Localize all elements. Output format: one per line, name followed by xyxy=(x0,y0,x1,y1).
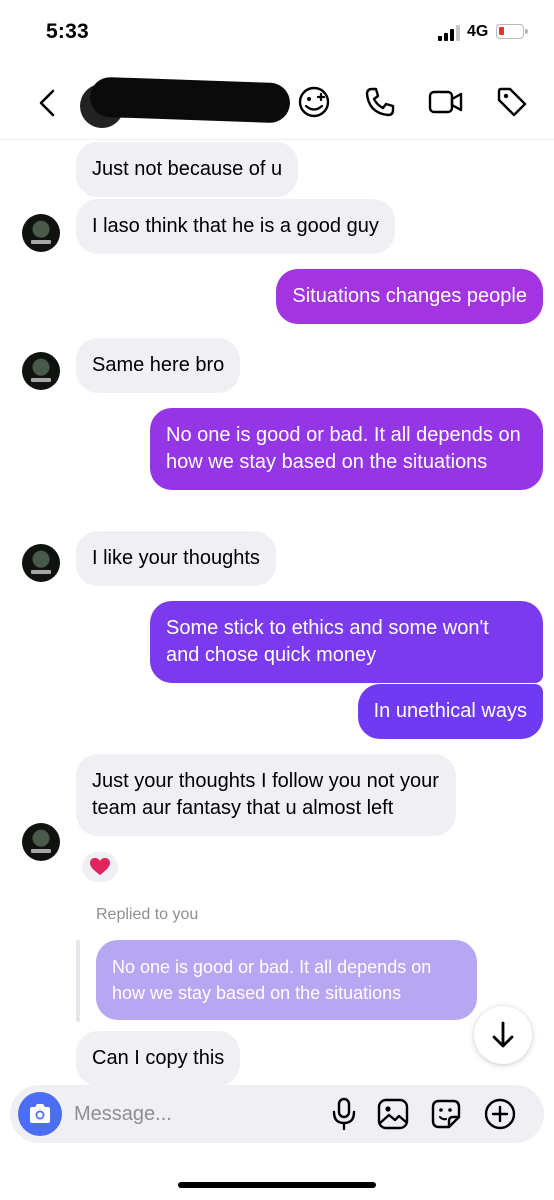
message-outgoing[interactable]: Some stick to ethics and some won't and … xyxy=(150,601,543,683)
message-list[interactable]: Just not because of u I laso think that … xyxy=(0,140,554,1085)
video-call-button[interactable] xyxy=(428,84,464,120)
reply-quote-line xyxy=(76,940,80,1022)
chat-header xyxy=(0,66,554,140)
status-time: 5:33 xyxy=(46,20,89,43)
message-text: Some stick to ethics and some won't and … xyxy=(166,617,489,666)
contact-name-redacted[interactable] xyxy=(89,76,291,124)
games-icon xyxy=(298,86,330,118)
message-outgoing[interactable]: In unethical ways xyxy=(357,684,543,739)
message-text: Situations changes people xyxy=(292,285,527,307)
sticker-icon xyxy=(431,1099,461,1129)
video-camera-icon xyxy=(428,90,463,114)
sender-avatar[interactable] xyxy=(22,352,60,390)
back-button[interactable] xyxy=(30,86,64,120)
quoted-text: No one is good or bad. It all depends on… xyxy=(112,957,432,1003)
sender-avatar[interactable] xyxy=(22,823,60,861)
sender-avatar[interactable] xyxy=(22,544,60,582)
phone-icon xyxy=(365,87,395,117)
scroll-to-bottom-button[interactable] xyxy=(474,1006,532,1064)
message-incoming[interactable]: Same here bro xyxy=(76,338,241,393)
games-button[interactable] xyxy=(296,84,332,120)
message-text: I like your thoughts xyxy=(92,547,260,569)
voice-message-button[interactable] xyxy=(326,1096,362,1132)
more-options-button[interactable] xyxy=(482,1096,518,1132)
status-bar: 5:33 4G xyxy=(0,0,554,66)
message-incoming[interactable]: Just your thoughts I follow you not your… xyxy=(76,754,456,836)
message-reaction[interactable] xyxy=(80,850,120,884)
message-text: No one is good or bad. It all depends on… xyxy=(166,424,521,473)
tag-button[interactable] xyxy=(494,84,530,120)
message-incoming[interactable]: Just not because of u xyxy=(76,142,299,197)
reply-quoted-message[interactable]: No one is good or bad. It all depends on… xyxy=(96,940,477,1020)
message-text: Just not because of u xyxy=(92,158,283,180)
battery-icon xyxy=(496,24,528,39)
message-text: I laso think that he is a good guy xyxy=(92,215,379,237)
heart-icon xyxy=(90,858,110,875)
signal-icon xyxy=(438,25,460,41)
network-label: 4G xyxy=(467,23,489,40)
message-text: Same here bro xyxy=(92,354,225,376)
message-incoming[interactable]: I laso think that he is a good guy xyxy=(76,199,395,254)
plus-icon xyxy=(484,1098,516,1130)
message-text: Can I copy this xyxy=(92,1047,225,1069)
message-outgoing[interactable]: Situations changes people xyxy=(276,269,543,324)
replied-label: Replied to you xyxy=(96,906,199,923)
message-text: Just your thoughts I follow you not your… xyxy=(92,770,439,819)
message-incoming[interactable]: Can I copy this xyxy=(76,1031,241,1085)
message-incoming[interactable]: I like your thoughts xyxy=(76,531,276,586)
message-input[interactable] xyxy=(74,1099,304,1129)
home-indicator[interactable] xyxy=(178,1182,376,1188)
message-composer xyxy=(10,1085,544,1143)
sticker-button[interactable] xyxy=(428,1096,464,1132)
tag-icon xyxy=(497,87,527,117)
arrow-down-icon xyxy=(492,1021,514,1048)
message-text: In unethical ways xyxy=(373,700,527,722)
camera-button[interactable] xyxy=(18,1092,62,1136)
sender-avatar[interactable] xyxy=(22,214,60,252)
chevron-left-icon xyxy=(39,89,55,117)
microphone-icon xyxy=(332,1097,356,1131)
image-icon xyxy=(377,1098,409,1130)
gallery-button[interactable] xyxy=(375,1096,411,1132)
camera-icon xyxy=(30,1104,50,1123)
audio-call-button[interactable] xyxy=(362,84,398,120)
message-outgoing[interactable]: No one is good or bad. It all depends on… xyxy=(150,408,543,490)
